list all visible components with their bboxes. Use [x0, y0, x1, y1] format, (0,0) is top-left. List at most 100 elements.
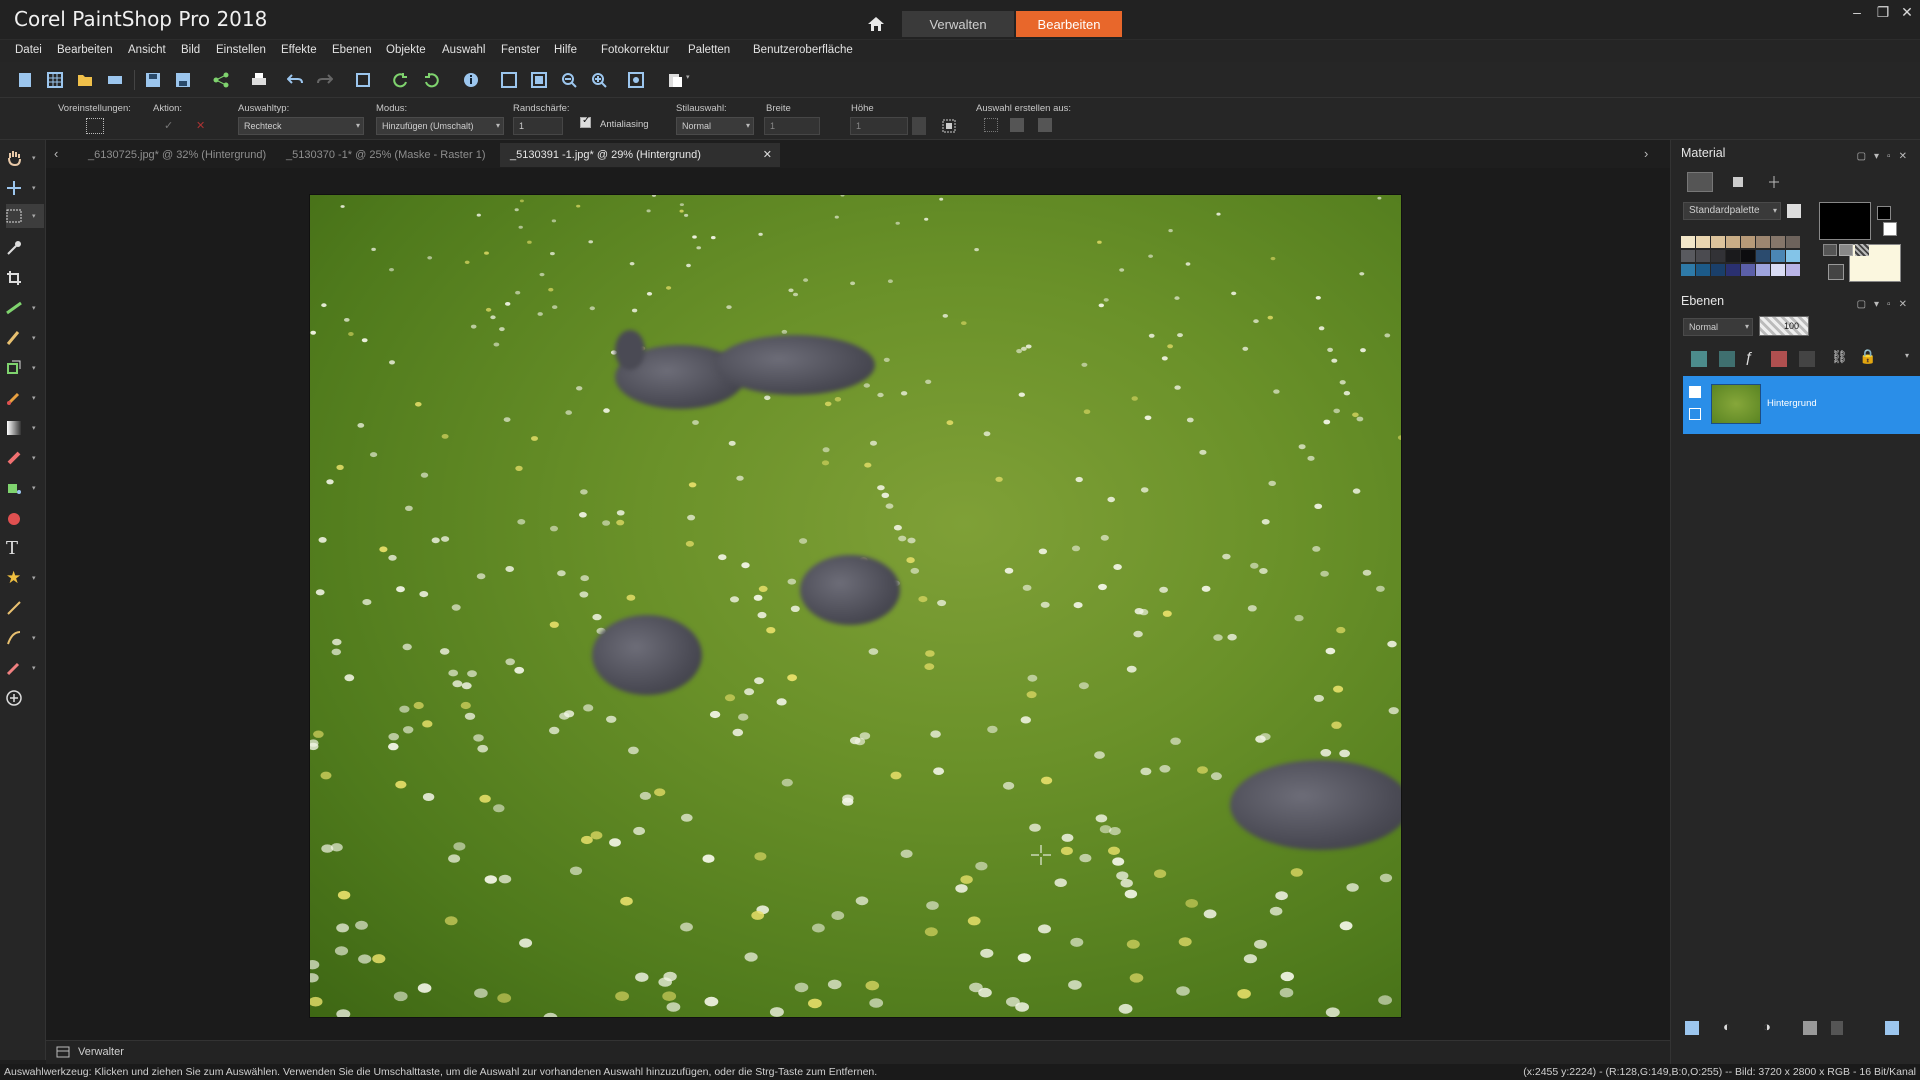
color-swatch[interactable] — [1756, 250, 1770, 262]
shape-tool[interactable]: ★ ▾ — [6, 566, 36, 590]
link-icon[interactable]: ⛓ — [1831, 349, 1848, 365]
picture-tube-tool[interactable] — [6, 506, 36, 530]
brush-tool[interactable]: ▾ — [6, 386, 36, 410]
home-button[interactable] — [856, 12, 896, 36]
action-apply-icon[interactable]: ✓ — [164, 119, 173, 132]
maximize-button[interactable]: ❐ — [1872, 4, 1894, 22]
layer-properties-icon[interactable] — [1885, 1021, 1899, 1035]
layer-row-hintergrund[interactable]: Hintergrund — [1683, 376, 1920, 434]
color-swatch[interactable] — [1786, 250, 1800, 262]
menu-auswahl[interactable]: Auswahl — [442, 44, 485, 56]
add-tool-button[interactable] — [6, 686, 36, 710]
color-swatch[interactable] — [1711, 250, 1725, 262]
height-stepper[interactable]: 1 — [850, 117, 908, 135]
actual-size-button[interactable] — [625, 69, 647, 91]
layers-panel-controls[interactable]: ▢▾▫✕ — [1857, 294, 1915, 316]
menu-ansicht[interactable]: Ansicht — [128, 44, 166, 56]
swatch-view-tab[interactable] — [1687, 172, 1713, 192]
color-swatch[interactable] — [1711, 236, 1725, 248]
color-swatch[interactable] — [1696, 236, 1710, 248]
doc-tab-3-active[interactable]: _5130391 -1.jpg* @ 29% (Hintergrund) ✕ — [500, 143, 780, 167]
color-swatch[interactable] — [1726, 264, 1740, 276]
save-as-button[interactable] — [172, 69, 194, 91]
paste-button[interactable]: ▾ — [664, 69, 690, 91]
zoom-in-button[interactable] — [588, 69, 610, 91]
palette-select[interactable]: Standardpalette ▾ — [1683, 202, 1781, 220]
rotate-right-button[interactable] — [420, 69, 442, 91]
color-swatch[interactable] — [1741, 264, 1755, 276]
layer-menu-chevron-down-icon[interactable]: ▾ — [1905, 351, 1909, 360]
tabs-scroll-right-icon[interactable]: › — [1644, 146, 1648, 161]
tab-manage[interactable]: Verwalten — [902, 11, 1014, 37]
menu-fotokorrektur[interactable]: Fotokorrektur — [601, 44, 669, 56]
new-raster-layer-icon[interactable] — [1691, 351, 1707, 367]
color-swatch[interactable] — [1786, 236, 1800, 248]
opacity-slider[interactable]: 100 — [1759, 316, 1809, 336]
move-tool[interactable]: ▾ — [6, 176, 36, 200]
color-swatch[interactable] — [1756, 236, 1770, 248]
feather-stepper[interactable]: 1 — [513, 117, 563, 135]
scan-button[interactable] — [104, 69, 126, 91]
layer-new-icon[interactable] — [1685, 1021, 1699, 1035]
material-panel-controls[interactable]: ▢▾▫✕ — [1857, 146, 1915, 168]
color-swatch[interactable] — [1681, 264, 1695, 276]
clone-tool[interactable]: ▾ — [6, 356, 36, 380]
doc-tab-1[interactable]: _6130725.jpg* @ 32% (Hintergrund) — [78, 143, 276, 167]
selection-type-select[interactable]: Rechteck ▾ — [238, 117, 364, 135]
color-swatch[interactable] — [1771, 264, 1785, 276]
fg-small-swatch[interactable] — [1877, 206, 1891, 220]
color-swatch[interactable] — [1771, 236, 1785, 248]
open-button[interactable] — [74, 69, 96, 91]
preset-picker[interactable] — [86, 118, 104, 134]
lock-icon[interactable]: 🔒 — [1859, 348, 1876, 365]
save-button[interactable] — [142, 69, 164, 91]
menu-einstellen[interactable]: Einstellen — [216, 44, 266, 56]
group-layer-icon[interactable] — [1799, 351, 1815, 367]
color-swatch[interactable] — [1711, 264, 1725, 276]
pattern-toggle[interactable] — [1855, 244, 1869, 256]
new-vector-layer-icon[interactable] — [1719, 351, 1735, 367]
palette-options-icon[interactable] — [1787, 204, 1801, 218]
info-button[interactable] — [460, 69, 482, 91]
from-merged-button[interactable] — [1038, 118, 1052, 132]
all-tools-toggle[interactable] — [1828, 264, 1844, 280]
color-swatch[interactable] — [1696, 264, 1710, 276]
menu-fenster[interactable]: Fenster — [501, 44, 540, 56]
menu-bearbeiten[interactable]: Bearbeiten — [57, 44, 113, 56]
menu-hilfe[interactable]: Hilfe — [554, 44, 577, 56]
layer-mask-icon[interactable]: ◑ — [1763, 1019, 1771, 1034]
material-options-tab[interactable] — [1761, 172, 1787, 192]
custom-selection-button[interactable] — [912, 117, 926, 135]
pen-tool[interactable]: ▾ — [6, 626, 36, 650]
color-swatch[interactable] — [1741, 250, 1755, 262]
menu-effekte[interactable]: Effekte — [281, 44, 317, 56]
menu-objekte[interactable]: Objekte — [386, 44, 426, 56]
fit-image-button[interactable] — [528, 69, 550, 91]
pan-tool[interactable]: ▾ — [6, 146, 36, 170]
color-swatch[interactable] — [1726, 250, 1740, 262]
text-tool[interactable]: T — [6, 536, 36, 560]
image-canvas[interactable] — [309, 194, 1402, 1018]
close-tab-icon[interactable]: ✕ — [763, 143, 772, 167]
menu-paletten[interactable]: Paletten — [688, 44, 730, 56]
transparent-toggle[interactable] — [1823, 244, 1837, 256]
color-swatch[interactable] — [1696, 250, 1710, 262]
layer-duplicate-icon[interactable] — [1803, 1021, 1817, 1035]
menu-datei[interactable]: Datei — [15, 44, 42, 56]
redeye-tool[interactable]: ▾ — [6, 326, 36, 350]
menu-ebenen[interactable]: Ebenen — [332, 44, 372, 56]
style-select[interactable]: Normal ▾ — [676, 117, 754, 135]
eyedropper-tool[interactable] — [6, 236, 36, 260]
bg-small-swatch[interactable] — [1883, 222, 1897, 236]
zoom-out-button[interactable] — [558, 69, 580, 91]
resize-button[interactable] — [352, 69, 374, 91]
gradient-toggle[interactable] — [1839, 244, 1853, 256]
mode-select[interactable]: Hinzufügen (Umschalt) ▾ — [376, 117, 504, 135]
fill-tool[interactable]: ▾ — [6, 476, 36, 500]
blend-mode-select[interactable]: Normal ▾ — [1683, 318, 1753, 336]
selection-tool[interactable]: ▾ — [6, 204, 44, 228]
fit-window-button[interactable] — [498, 69, 520, 91]
undo-button[interactable] — [284, 69, 306, 91]
straighten-tool[interactable]: ▾ — [6, 296, 36, 320]
layer-delete-icon[interactable] — [1831, 1021, 1843, 1035]
